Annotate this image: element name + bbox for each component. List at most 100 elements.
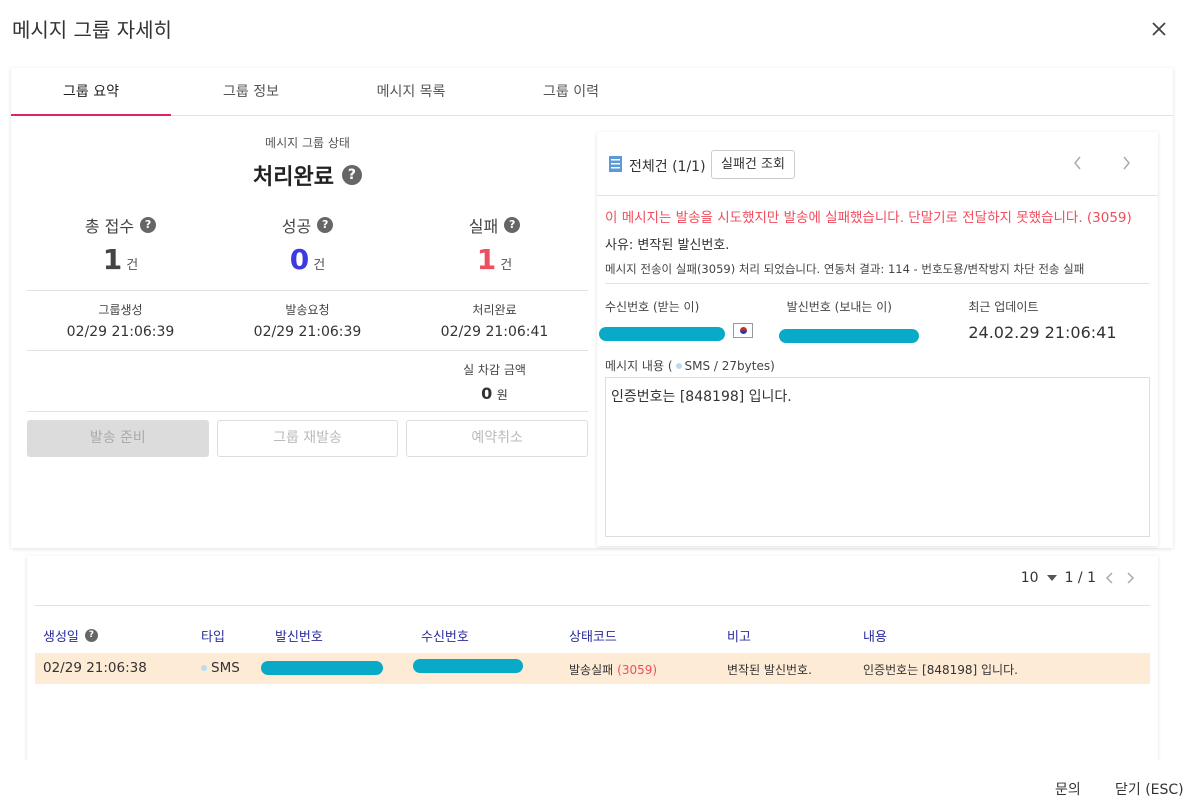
recipient-label: 수신번호 (받는 이): [605, 300, 700, 314]
redacted-mark: [599, 327, 725, 341]
count-unit: 건: [500, 258, 513, 273]
number-info: 수신번호 (받는 이) 발신번호 (보내는 이) 최근 업데이트 24.02.2…: [599, 298, 1150, 343]
action-buttons: 발송 준비 그룹 재발송 예약취소: [27, 420, 589, 457]
sender-label: 발신번호 (보내는 이): [786, 300, 892, 314]
success-count-value: 0: [289, 243, 310, 276]
list-icon: [609, 156, 622, 172]
row-content: 인증번호는 [848198] 입니다.: [863, 663, 1018, 677]
message-content-box: 인증번호는 [848198] 입니다.: [605, 377, 1150, 537]
page-size-select[interactable]: 10: [1021, 570, 1039, 586]
tab-group-summary[interactable]: 그룹 요약: [11, 68, 171, 116]
message-detail-panel: 전체건 (1/1) 실패건 조회 이 메시지는 발송을 시도했지만 발송에 실패…: [597, 132, 1158, 546]
tab-message-list[interactable]: 메시지 목록: [331, 68, 491, 115]
inquiry-button[interactable]: 문의: [1055, 779, 1081, 799]
page-info: 1 / 1: [1064, 570, 1096, 586]
error-message: 이 메시지는 발송을 시도했지만 발송에 실패했습니다. 단말기로 전달하지 못…: [605, 210, 1132, 226]
completed-value: 02/29 21:06:41: [440, 324, 549, 340]
caret-down-icon[interactable]: [1046, 575, 1057, 581]
chevron-left-icon[interactable]: [1071, 154, 1085, 172]
help-icon[interactable]: ?: [140, 217, 157, 233]
content-label-suffix: SMS / 27bytes): [684, 358, 775, 373]
row-status: 발송실패 (3059): [569, 662, 658, 678]
row-note: 변작된 발신번호.: [727, 663, 812, 677]
error-reason: 사유: 변작된 발신번호.: [605, 238, 730, 253]
column-type[interactable]: 타입: [201, 626, 225, 645]
status-text: 처리완료: [253, 165, 334, 190]
timestamps: 그룹생성 02/29 21:06:39 발송요청 02/29 21:06:39 처리…: [27, 291, 588, 351]
error-detail: 메시지 전송이 실패(3059) 처리 되었습니다. 연동처 결과: 114 -…: [605, 262, 1085, 276]
created-label: 그룹생성: [98, 303, 143, 317]
redacted-mark: [261, 661, 383, 675]
cancel-reservation-button[interactable]: 예약취소: [406, 420, 589, 457]
help-icon[interactable]: ?: [504, 217, 521, 233]
tab-bar: 그룹 요약 그룹 정보 메시지 목록 그룹 이력: [11, 68, 1173, 116]
row-sender: [261, 661, 383, 675]
count-unit: 건: [126, 258, 139, 273]
chevron-left-icon[interactable]: [1104, 570, 1116, 586]
column-recipient[interactable]: 수신번호: [421, 626, 469, 645]
help-icon[interactable]: ?: [84, 629, 98, 642]
row-recipient: [413, 659, 523, 673]
status-value: 처리완료 ?: [27, 159, 588, 191]
help-icon[interactable]: ?: [317, 217, 334, 233]
redacted-mark: [413, 659, 523, 673]
error-info: 이 메시지는 발송을 시도했지만 발송에 실패했습니다. 단말기로 전달하지 못…: [605, 206, 1150, 277]
sender-value: [778, 323, 969, 343]
total-count: 총 접수? 1건: [27, 213, 214, 276]
detail-header: 전체건 (1/1) 실패건 조회: [597, 132, 1158, 196]
message-content-label: 메시지 내용 ( SMS / 27bytes): [605, 357, 775, 374]
column-created[interactable]: 생성일?: [43, 626, 98, 645]
total-count-text: 전체건 (1/1): [629, 159, 706, 175]
pagination: 10 1 / 1: [1021, 570, 1136, 586]
count-unit: 건: [313, 258, 326, 273]
chevron-right-icon[interactable]: [1119, 154, 1133, 172]
total-count-label: 총 접수: [84, 217, 135, 236]
prepare-send-button[interactable]: 발송 준비: [27, 420, 209, 457]
total-count-value: 1: [102, 243, 123, 276]
divider: [605, 283, 1150, 284]
failed-query-button[interactable]: 실패건 조회: [711, 150, 795, 179]
content-label-prefix: 메시지 내용 (: [605, 359, 673, 373]
column-sender[interactable]: 발신번호: [275, 626, 323, 645]
column-status[interactable]: 상태코드: [569, 626, 617, 645]
message-list-card: 10 1 / 1 생성일? 타입 발신번호 수신번호 상태코드 비고 내용 02…: [27, 556, 1158, 766]
amount-label: 실 차감 금액: [463, 363, 526, 377]
chevron-right-icon[interactable]: [1124, 570, 1136, 586]
row-created: 02/29 21:06:38: [43, 660, 147, 676]
resend-group-button[interactable]: 그룹 재발송: [216, 420, 399, 457]
success-count-label: 성공: [281, 217, 312, 236]
amount-value: 0: [481, 384, 493, 403]
completed-label: 처리완료: [472, 303, 517, 317]
divider: [35, 605, 1150, 606]
kr-flag-icon: [733, 323, 753, 338]
redacted-mark: [778, 329, 919, 343]
table-header: 생성일? 타입 발신번호 수신번호 상태코드 비고 내용: [35, 618, 1150, 648]
dialog-footer: 문의 닫기 (ESC): [0, 760, 1184, 809]
tab-group-info[interactable]: 그룹 정보: [171, 68, 331, 115]
amount-unit: 원: [496, 388, 508, 402]
close-icon[interactable]: [1148, 18, 1170, 40]
updated-label: 최근 업데이트: [968, 300, 1039, 314]
count-summary: 총 접수? 1건 성공? 0건 실패? 1건: [27, 213, 588, 291]
summary-card: 그룹 요약 그룹 정보 메시지 목록 그룹 이력 메시지 그룹 상태 처리완료 …: [11, 68, 1173, 548]
fail-count-label: 실패: [468, 217, 499, 236]
column-content[interactable]: 내용: [863, 626, 887, 645]
table-row[interactable]: 02/29 21:06:38 SMS 발송실패 (3059) 변작된 발신번호. …: [35, 653, 1150, 684]
close-button[interactable]: 닫기 (ESC): [1115, 779, 1184, 799]
column-note[interactable]: 비고: [727, 626, 751, 645]
requested-label: 발송요청: [285, 303, 330, 317]
requested-value: 02/29 21:06:39: [253, 324, 362, 340]
dialog-title: 메시지 그룹 자세히: [12, 18, 172, 42]
group-summary-panel: 메시지 그룹 상태 처리완료 ? 총 접수? 1건 성공? 0건 실패? 1건 …: [27, 124, 589, 457]
recipient-value: [599, 323, 787, 343]
status-label: 메시지 그룹 상태: [265, 136, 350, 150]
fail-count: 실패? 1건: [401, 213, 588, 276]
sms-dot-icon: [201, 665, 207, 671]
fail-count-value: 1: [476, 243, 497, 276]
row-type: SMS: [201, 660, 240, 676]
tab-group-history[interactable]: 그룹 이력: [491, 68, 651, 115]
help-icon[interactable]: ?: [341, 165, 362, 185]
success-count: 성공? 0건: [214, 213, 401, 276]
sms-dot-icon: [675, 362, 682, 369]
charged-amount: 실 차감 금액 0 원: [27, 351, 588, 412]
